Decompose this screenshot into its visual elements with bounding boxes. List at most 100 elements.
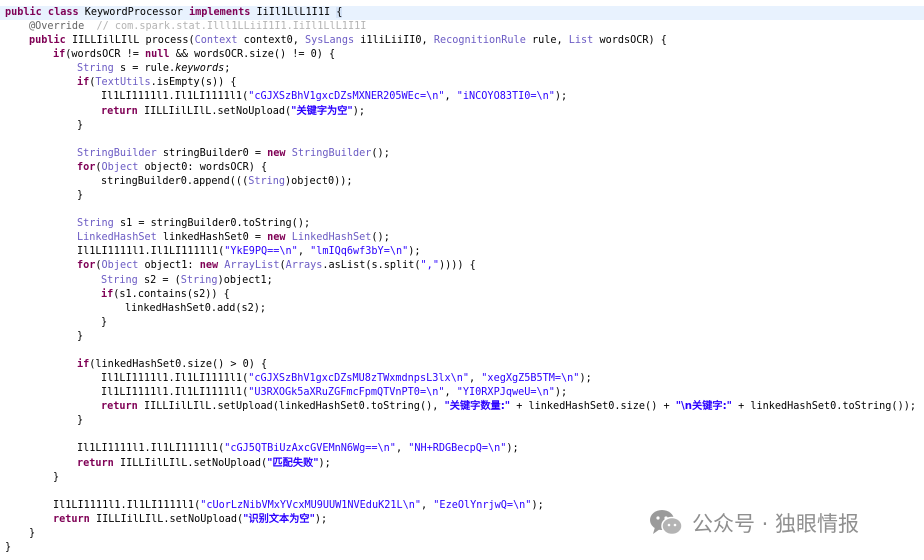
- code-token: }: [77, 190, 84, 202]
- code-token: String: [77, 63, 114, 75]
- code-token: s = rule.: [113, 63, 176, 75]
- code-token: );: [554, 387, 568, 399]
- code-token: for: [77, 161, 96, 173]
- code-token: new: [267, 232, 292, 244]
- code-token: );: [506, 443, 519, 455]
- code-line: String s = rule.keywords;: [0, 62, 230, 76]
- code-token: Object: [101, 260, 139, 272]
- code-line: if(s1.contains(s2)) {: [0, 288, 230, 302]
- code-line: for(Object object0: wordsOCR) {: [0, 161, 267, 175]
- code-token: "NH+RDGBecpQ=\n": [408, 443, 507, 455]
- code-token: if: [77, 359, 90, 370]
- code-editor[interactable]: public class KeywordProcessor implements…: [0, 0, 924, 560]
- code-token: KeywordProcessor: [84, 7, 190, 18]
- code-token: i1liLiiII0,: [354, 35, 434, 47]
- code-token: );: [554, 91, 568, 103]
- code-line: }: [0, 189, 83, 203]
- code-token: "YI0RXPJqweU=\n": [456, 387, 555, 399]
- code-token: ();: [371, 147, 390, 159]
- code-line: if(linkedHashSet0.size() > 0) {: [0, 358, 267, 372]
- code-token: "xegXgZ5B5TM=\n": [481, 373, 580, 385]
- code-token: String: [248, 175, 286, 187]
- code-token: }: [5, 542, 12, 554]
- code-token: s2 = (: [137, 274, 181, 286]
- code-token: (s1.contains(s2)) {: [113, 288, 230, 300]
- code-token: IILLIilLIlL.setNoUpload(: [119, 457, 268, 469]
- code-token: .isEmpty(s)) {: [150, 77, 237, 89]
- code-token: .asList(s.split(: [322, 260, 421, 272]
- code-token: object0: wordsOCR) {: [138, 161, 268, 173]
- code-token: }: [101, 316, 108, 328]
- code-token: ,: [444, 91, 457, 103]
- code-token: rule,: [525, 35, 569, 47]
- code-token: ArrayList: [224, 260, 280, 272]
- code-token: + linkedHashSet0.size() +: [510, 401, 676, 413]
- code-token: ,: [395, 443, 409, 455]
- code-line: String s1 = stringBuilder0.toString();: [0, 217, 310, 231]
- code-line: linkedHashSet0.add(s2);: [0, 302, 266, 316]
- code-line: }: [0, 527, 35, 541]
- code-token: Context: [194, 35, 238, 47]
- code-token: && wordsOCR.size() != 0) {: [169, 49, 336, 61]
- code-token: LinkedHashSet: [77, 232, 157, 244]
- code-token: return: [101, 105, 144, 117]
- code-token: object1:: [138, 260, 200, 272]
- code-token: Il1LI1111l1.Il1LI1111l1(: [101, 91, 249, 103]
- code-token: "cUorLzNibVMxYVcxMU9UUW1NVEduK21L\n": [200, 499, 422, 511]
- code-token: null: [145, 49, 170, 61]
- code-token: "U3RXOGk5aXRuZGFmcFpmQTVnPT0=\n": [248, 387, 445, 399]
- code-token: }: [77, 330, 84, 342]
- code-token: "匹配失败": [267, 457, 319, 469]
- code-token: keywords: [175, 63, 225, 75]
- code-token: "cGJXSzBhV1gxcDZsMU8zTWxmdnpsL3lx\n": [248, 373, 470, 385]
- code-line: }: [0, 541, 11, 555]
- code-line: LinkedHashSet linkedHashSet0 = new Linke…: [0, 231, 390, 245]
- code-line: return IILLIilLIlL.setNoUpload("识别文本为空")…: [0, 513, 327, 527]
- code-token: SysLangs: [305, 35, 355, 47]
- code-token: ();: [371, 232, 390, 244]
- code-token: {: [336, 7, 343, 18]
- code-token: RecognitionRule: [433, 35, 526, 47]
- code-token: ;: [224, 63, 231, 75]
- code-token: Il1LI1111l1.Il1LI1111l1(: [77, 246, 225, 258]
- code-token: public class: [5, 7, 85, 18]
- code-token: "cGJXSzBhV1gxcDZsMXNER205WEc=\n": [248, 91, 445, 103]
- code-token: implements: [189, 7, 257, 18]
- code-token: String: [180, 274, 218, 286]
- code-token: ,: [469, 373, 482, 385]
- code-token: "lmIQq6wf3bY=\n": [310, 246, 409, 258]
- code-token: linkedHashSet0.add(s2);: [125, 302, 267, 314]
- code-token: );: [318, 457, 331, 469]
- code-token: IILLIilLIlL.setNoUpload(: [95, 513, 244, 525]
- watermark: 公众号 · 独眼情报: [648, 506, 859, 540]
- code-token: return: [77, 457, 120, 469]
- code-token: );: [579, 373, 592, 385]
- code-token: Object: [101, 161, 139, 173]
- code-token: )object0));: [285, 175, 353, 187]
- code-token: stringBuilder0.append(((: [101, 175, 249, 187]
- code-token: IILLIilLIlL process(: [71, 35, 195, 47]
- code-line: }: [0, 316, 107, 330]
- code-token: for: [77, 260, 96, 272]
- code-token: }: [77, 119, 84, 131]
- code-token: )))) {: [438, 260, 476, 272]
- code-token: // com.spark.stat.Illl1LLiiI1I1.IiIl1LlL…: [84, 21, 367, 33]
- code-line: Il1LI1111l1.Il1LI1111l1("YkE9PQ==\n", "l…: [0, 245, 421, 259]
- code-line: public IILLIilLIlL process(Context conte…: [0, 34, 667, 48]
- code-token: "识别文本为空": [243, 513, 315, 525]
- code-line: stringBuilder0.append(((String)object0))…: [0, 175, 352, 189]
- code-token: List: [568, 35, 594, 47]
- code-line: if(TextUtils.isEmpty(s)) {: [0, 76, 237, 90]
- code-line: public class KeywordProcessor implements…: [0, 6, 924, 20]
- code-token: Arrays: [285, 260, 323, 272]
- code-line: Il1LI1111l1.Il1LI1111l1("cGJ5QTBiUzAxcGV…: [0, 442, 519, 456]
- code-token: public: [29, 35, 72, 47]
- code-token: LinkedHashSet: [291, 232, 372, 244]
- code-token: new: [267, 147, 292, 159]
- code-token: "EzeOlYnrjwQ=\n": [433, 499, 532, 511]
- code-line: return IILLIilLIlL.setNoUpload("匹配失败");: [0, 457, 331, 471]
